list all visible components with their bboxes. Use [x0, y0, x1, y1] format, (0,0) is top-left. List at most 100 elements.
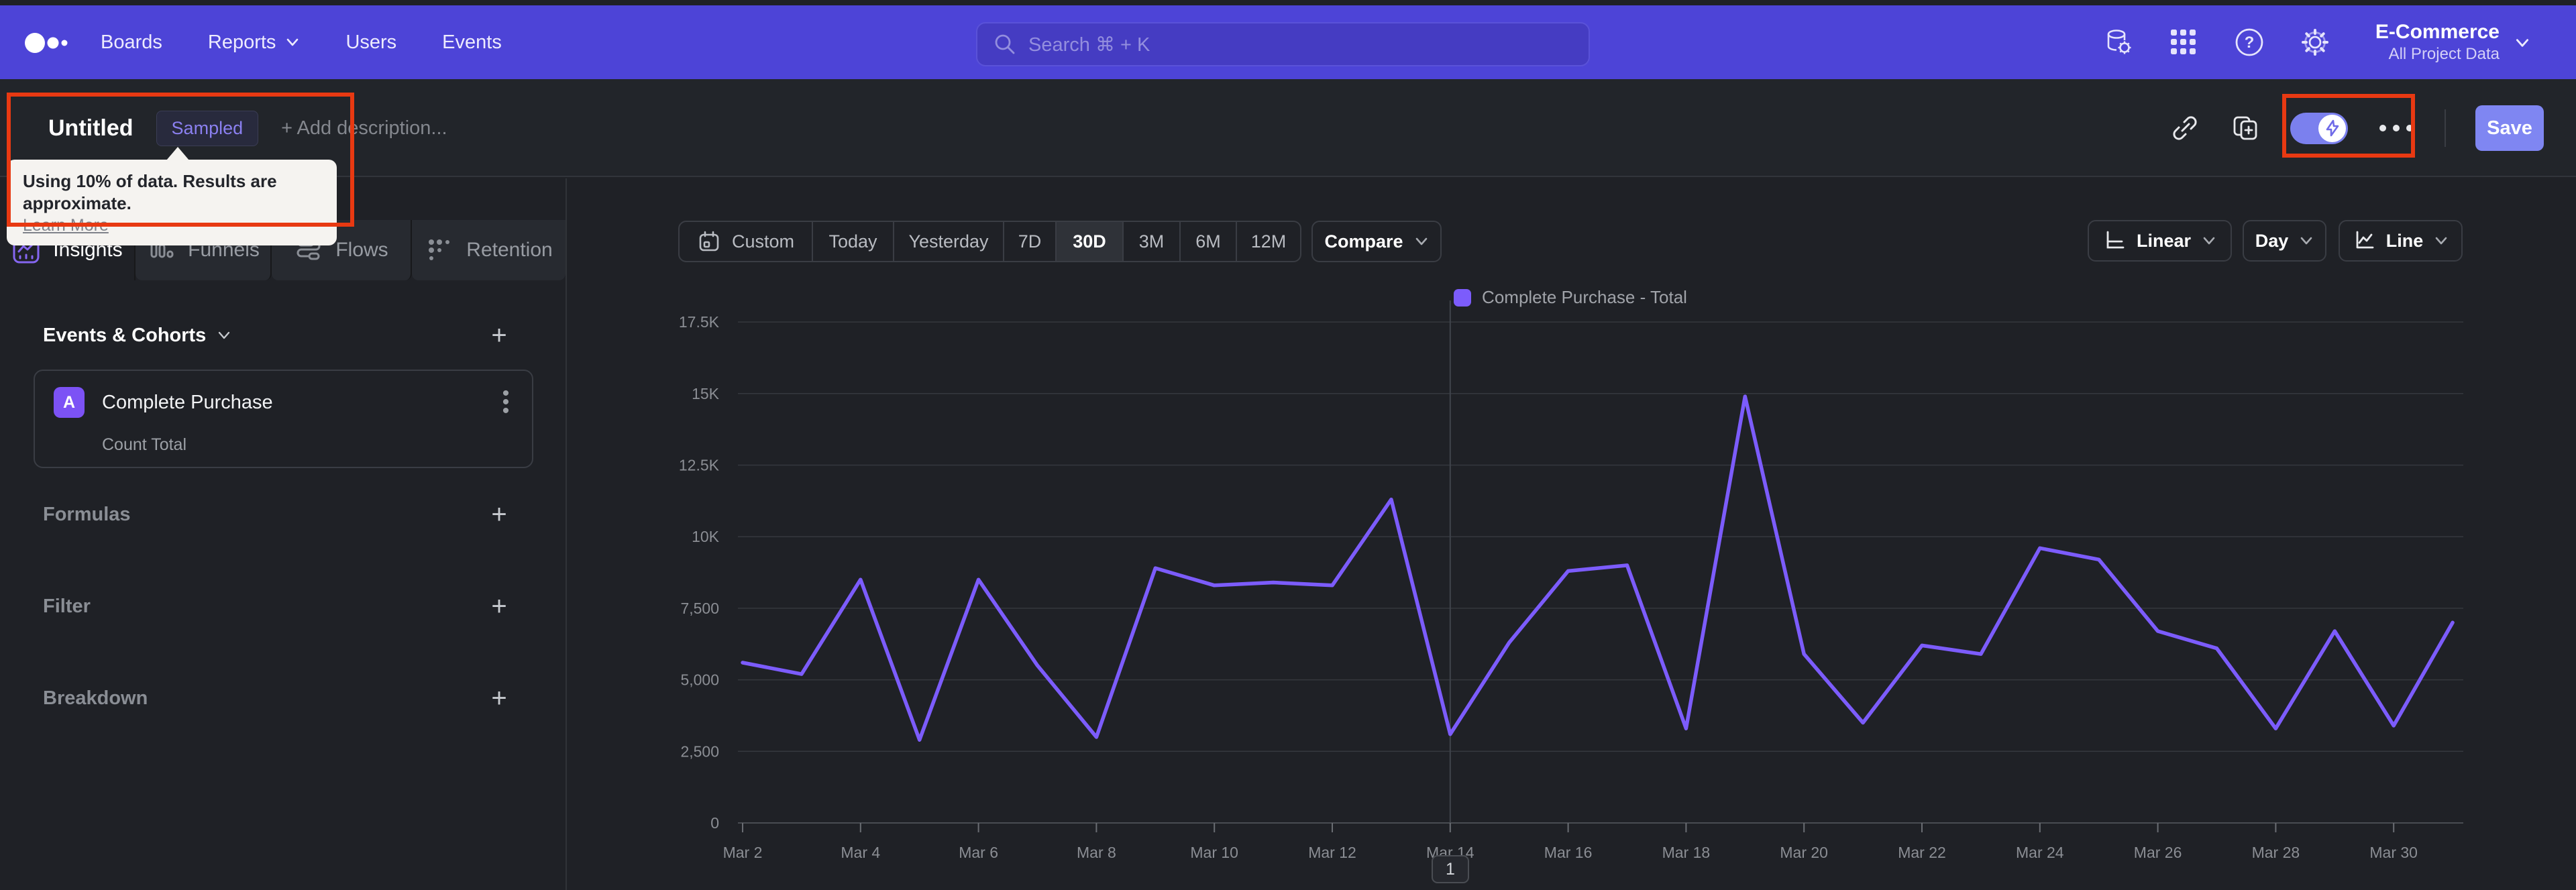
add-formula-button[interactable]: + — [486, 501, 513, 528]
svg-text:Mar 16: Mar 16 — [1544, 844, 1593, 861]
copy-report-icon[interactable] — [2230, 113, 2261, 144]
tab-retention[interactable]: Retention — [412, 220, 566, 280]
range-today[interactable]: Today — [812, 222, 893, 261]
chevron-down-icon — [1414, 234, 1429, 249]
annotation-badge[interactable]: 1 — [1432, 855, 1469, 883]
nav-item-boards[interactable]: Boards — [101, 32, 162, 54]
event-name[interactable]: Complete Purchase — [102, 392, 478, 414]
chevron-down-icon — [2299, 233, 2314, 248]
svg-text:Mar 2: Mar 2 — [723, 844, 763, 861]
svg-text:Mar 4: Mar 4 — [841, 844, 880, 861]
range-12m[interactable]: 12M — [1236, 222, 1300, 261]
retention-icon — [425, 235, 454, 265]
report-title-bar: Untitled Sampled + Add description... Sa… — [0, 79, 2576, 177]
event-letter-badge: A — [54, 387, 85, 418]
formulas-label: Formulas — [43, 503, 131, 525]
project-name: E-Commerce — [2375, 21, 2500, 43]
svg-text:7,500: 7,500 — [680, 600, 719, 617]
chevron-down-icon — [285, 35, 300, 50]
chart-svg: 0 2,500 5,000 7,500 10K 12.5K 15K 17.5K Mar 2 Mar… — [679, 300, 2463, 861]
svg-text:5,000: 5,000 — [680, 671, 719, 689]
interval-dropdown[interactable]: Day — [2243, 220, 2326, 262]
svg-text:Mar 10: Mar 10 — [1190, 844, 1238, 861]
search-input[interactable]: Search ⌘ + K — [976, 22, 1590, 66]
nav-item-reports[interactable]: Reports — [208, 32, 301, 54]
events-cohorts-toggle[interactable]: Events & Cohorts — [43, 325, 231, 347]
breakdown-label: Breakdown — [43, 687, 148, 709]
learn-more-link[interactable]: Learn More — [23, 216, 109, 235]
tooltip-arrow — [166, 147, 189, 160]
range-custom[interactable]: Custom — [680, 222, 812, 261]
svg-text:12.5K: 12.5K — [679, 457, 720, 474]
chevron-down-icon — [2434, 233, 2449, 248]
svg-text:?: ? — [2245, 34, 2255, 52]
project-switcher[interactable]: E-Commerce All Project Data — [2375, 20, 2529, 64]
event-metric[interactable]: Count Total — [102, 435, 186, 455]
chevron-down-icon — [217, 328, 231, 343]
sampling-toggle[interactable] — [2290, 112, 2348, 144]
add-event-button[interactable]: + — [486, 322, 513, 349]
mixpanel-logo-icon[interactable] — [24, 32, 75, 54]
project-scope: All Project Data — [2388, 45, 2500, 63]
tab-label: Flows — [335, 239, 388, 261]
search-placeholder: Search ⌘ + K — [1028, 34, 1150, 56]
compare-button[interactable]: Compare — [1311, 221, 1442, 262]
tooltip-text: Using 10% of data. Results are approxima… — [23, 171, 277, 213]
nav-item-users[interactable]: Users — [345, 32, 396, 54]
sampling-tooltip: Using 10% of data. Results are approxima… — [7, 147, 337, 245]
svg-text:Mar 22: Mar 22 — [1898, 844, 1946, 861]
chart-type-dropdown[interactable]: Line — [2339, 220, 2463, 262]
add-description[interactable]: + Add description... — [281, 117, 447, 140]
range-6m[interactable]: 6M — [1179, 222, 1236, 261]
svg-text:Mar 20: Mar 20 — [1780, 844, 1828, 861]
share-link-icon[interactable] — [2169, 113, 2200, 144]
tab-label: Retention — [466, 239, 553, 261]
svg-text:Mar 28: Mar 28 — [2252, 844, 2300, 861]
svg-text:Mar 24: Mar 24 — [2016, 844, 2064, 861]
nav-right-cluster: ? E-Commerce All Project Data — [2102, 5, 2529, 79]
apps-grid-icon[interactable] — [2167, 26, 2200, 58]
nav-item-events[interactable]: Events — [442, 32, 502, 54]
search-icon — [995, 34, 1015, 54]
svg-text:Mar 6: Mar 6 — [959, 844, 998, 861]
svg-text:15K: 15K — [692, 385, 720, 402]
help-icon[interactable]: ? — [2233, 26, 2265, 58]
filter-section: Filter + — [43, 588, 513, 625]
more-options-icon[interactable] — [2377, 124, 2415, 132]
scale-dropdown[interactable]: Linear — [2088, 220, 2232, 262]
calendar-icon — [699, 231, 719, 252]
divider — [2445, 109, 2446, 147]
event-options-icon[interactable]: • • • — [496, 383, 516, 421]
svg-text:17.5K: 17.5K — [679, 313, 720, 331]
sampled-badge[interactable]: Sampled — [156, 110, 259, 146]
svg-text:Mar 26: Mar 26 — [2134, 844, 2182, 861]
range-yesterday[interactable]: Yesterday — [893, 222, 1003, 261]
svg-text:Mar 12: Mar 12 — [1308, 844, 1356, 861]
breakdown-section: Breakdown + — [43, 679, 513, 717]
save-button[interactable]: Save — [2475, 105, 2544, 151]
report-title[interactable]: Untitled — [48, 115, 133, 142]
linear-scale-icon — [2103, 229, 2126, 252]
events-cohorts-header: Events & Cohorts + — [43, 317, 513, 354]
sidebar-divider — [566, 178, 567, 890]
settings-gear-icon[interactable] — [2299, 26, 2331, 58]
nav-links: Boards Reports Users Events — [101, 32, 502, 54]
svg-text:10K: 10K — [692, 528, 720, 545]
svg-text:Mar 18: Mar 18 — [1662, 844, 1711, 861]
event-card[interactable]: A Complete Purchase • • • Count Total — [34, 370, 533, 468]
add-breakdown-button[interactable]: + — [486, 685, 513, 712]
line-chart-icon — [2353, 229, 2375, 252]
range-7d[interactable]: 7D — [1003, 222, 1055, 261]
range-30d[interactable]: 30D — [1055, 222, 1122, 261]
formulas-section: Formulas + — [43, 496, 513, 533]
data-management-icon[interactable] — [2102, 26, 2134, 58]
add-filter-button[interactable]: + — [486, 593, 513, 620]
app-root: Boards Reports Users Events Search ⌘ + K — [0, 0, 2576, 890]
lightning-bolt-icon — [2318, 114, 2346, 142]
svg-text:Mar 8: Mar 8 — [1077, 844, 1116, 861]
range-3m[interactable]: 3M — [1122, 222, 1179, 261]
svg-text:Mar 30: Mar 30 — [2369, 844, 2418, 861]
chevron-down-icon — [2202, 233, 2216, 248]
svg-text:0: 0 — [710, 814, 719, 832]
filter-label: Filter — [43, 595, 91, 617]
